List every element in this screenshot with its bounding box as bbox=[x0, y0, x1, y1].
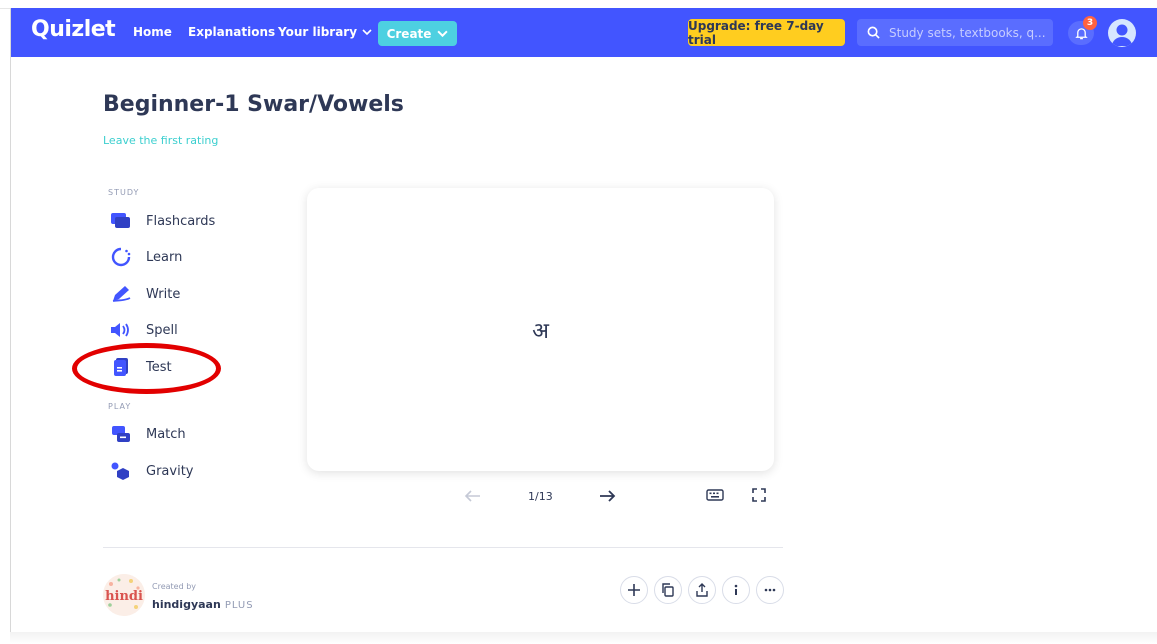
previous-card-button[interactable] bbox=[464, 487, 482, 509]
more-options-button[interactable] bbox=[756, 576, 784, 604]
mode-write[interactable]: Write bbox=[108, 281, 238, 307]
plus-icon bbox=[628, 584, 640, 596]
section-divider bbox=[103, 547, 783, 548]
study-section-label: STUDY bbox=[108, 188, 140, 197]
card-counter: 1/13 bbox=[528, 490, 553, 503]
search-icon bbox=[867, 26, 880, 39]
arrow-right-icon bbox=[600, 490, 616, 502]
keyboard-shortcuts-button[interactable] bbox=[706, 487, 724, 507]
pen-icon bbox=[108, 283, 134, 305]
flashcard[interactable]: अ bbox=[307, 188, 774, 471]
page-title: Beginner-1 Swar/Vowels bbox=[103, 92, 404, 117]
notification-badge: 3 bbox=[1083, 16, 1097, 30]
fullscreen-button[interactable] bbox=[751, 487, 767, 507]
chevron-down-icon bbox=[437, 30, 449, 38]
mode-flashcards-label: Flashcards bbox=[146, 213, 216, 229]
next-card-button[interactable] bbox=[598, 487, 616, 509]
user-icon bbox=[1112, 24, 1132, 46]
search-input[interactable] bbox=[887, 24, 1051, 41]
info-button[interactable] bbox=[722, 576, 750, 604]
leave-rating-link[interactable]: Leave the first rating bbox=[103, 134, 218, 147]
gravity-icon bbox=[108, 460, 134, 482]
add-to-folder-button[interactable] bbox=[620, 576, 648, 604]
mode-test-label: Test bbox=[146, 359, 172, 375]
mode-match-label: Match bbox=[146, 426, 186, 442]
keyboard-icon bbox=[706, 489, 724, 501]
chevron-down-icon bbox=[362, 29, 372, 36]
fullscreen-icon bbox=[752, 488, 766, 502]
mode-spell[interactable]: Spell bbox=[108, 317, 238, 343]
learn-icon bbox=[108, 246, 134, 268]
creator-avatar-text: hindi bbox=[105, 589, 143, 604]
flashcards-icon bbox=[108, 210, 134, 232]
mode-learn[interactable]: Learn bbox=[108, 244, 238, 270]
speaker-icon bbox=[108, 319, 134, 341]
upgrade-button[interactable]: Upgrade: free 7-day trial bbox=[688, 19, 845, 47]
share-button[interactable] bbox=[688, 576, 716, 604]
mode-learn-label: Learn bbox=[146, 249, 183, 265]
creator-avatar[interactable]: hindi bbox=[103, 574, 145, 616]
mode-gravity-label: Gravity bbox=[146, 463, 194, 479]
search-bar[interactable] bbox=[857, 19, 1053, 46]
mode-flashcards[interactable]: Flashcards bbox=[108, 208, 238, 234]
creator-name[interactable]: hindigyaan PLUS bbox=[152, 598, 254, 611]
match-icon bbox=[108, 423, 134, 445]
create-button[interactable]: Create bbox=[378, 21, 457, 46]
create-button-label: Create bbox=[386, 26, 432, 41]
nav-your-library-label: Your library bbox=[278, 25, 358, 39]
created-by-label: Created by bbox=[152, 582, 197, 591]
nav-explanations[interactable]: Explanations bbox=[188, 25, 275, 39]
share-icon bbox=[696, 583, 708, 597]
mode-gravity[interactable]: Gravity bbox=[108, 458, 238, 484]
nav-home[interactable]: Home bbox=[133, 25, 172, 39]
mode-match[interactable]: Match bbox=[108, 421, 238, 447]
mode-spell-label: Spell bbox=[146, 322, 178, 338]
notifications-button[interactable]: 3 bbox=[1068, 16, 1097, 45]
play-section-label: PLAY bbox=[108, 402, 132, 411]
user-avatar[interactable] bbox=[1108, 19, 1136, 47]
copy-set-button[interactable] bbox=[654, 576, 682, 604]
flashcard-term: अ bbox=[532, 318, 549, 344]
test-icon bbox=[108, 356, 134, 378]
mode-write-label: Write bbox=[146, 286, 181, 302]
nav-your-library[interactable]: Your library bbox=[278, 25, 372, 39]
creator-name-text: hindigyaan bbox=[152, 598, 221, 611]
window-edge bbox=[10, 8, 11, 638]
window-bottom-edge bbox=[10, 632, 1157, 644]
copy-icon bbox=[662, 583, 674, 597]
top-navbar: Quizlet Home Explanations Your library C… bbox=[11, 8, 1157, 57]
mode-test[interactable]: Test bbox=[108, 354, 238, 380]
more-icon bbox=[764, 588, 776, 592]
arrow-left-icon bbox=[464, 490, 480, 502]
quizlet-logo[interactable]: Quizlet bbox=[31, 17, 116, 42]
info-icon bbox=[734, 584, 738, 595]
plus-badge: PLUS bbox=[224, 600, 254, 611]
